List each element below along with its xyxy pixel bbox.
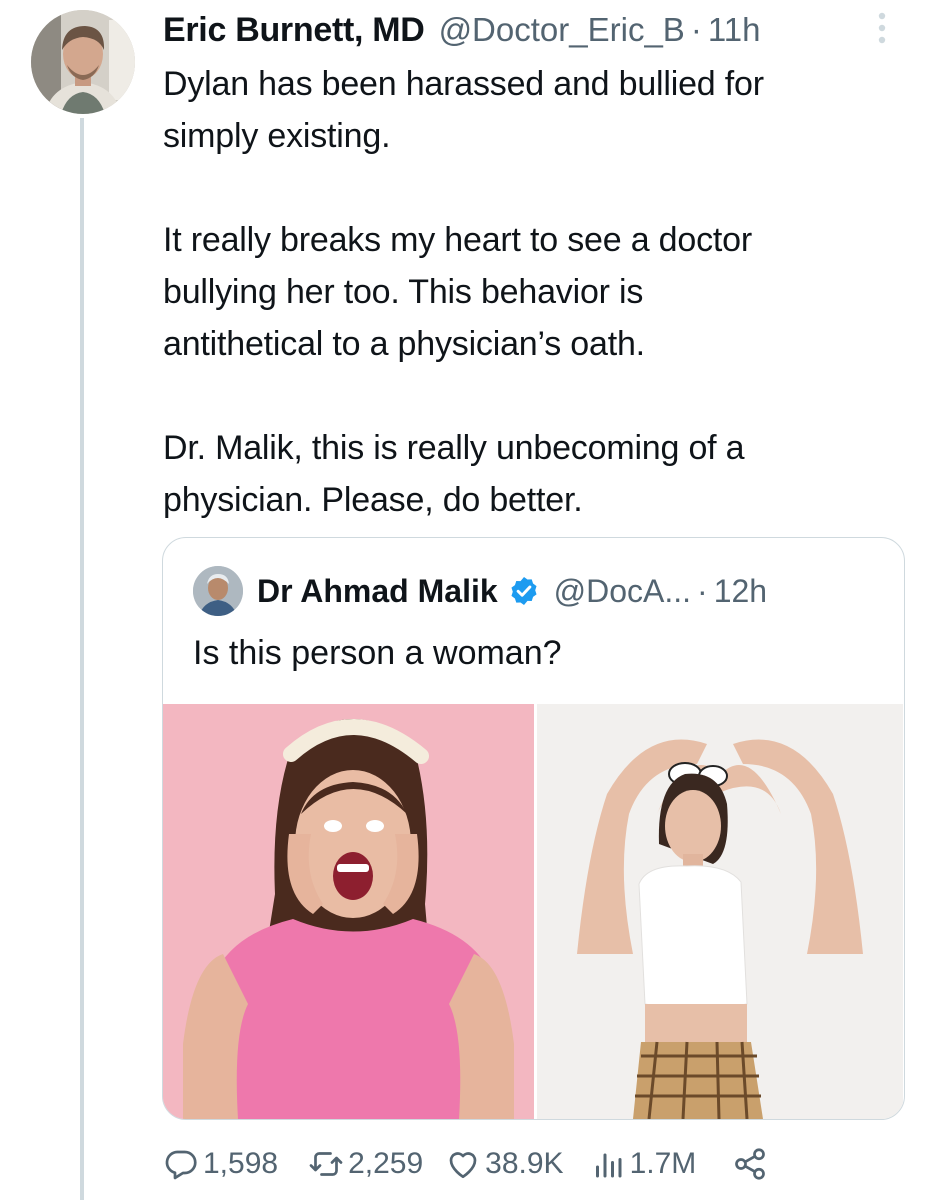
tweet-text: Dylan has been harassed and bullied for … [163,65,764,519]
views-button[interactable]: 1.7M [590,1146,697,1182]
author-handle[interactable]: @Doctor_Eric_B [439,11,685,49]
quoted-tweet-text: Is this person a woman? [193,634,562,672]
verified-badge-icon [508,575,540,607]
like-button[interactable]: 38.9K [445,1146,564,1182]
tweet-header: Eric Burnett, MD @Doctor_Eric_B · 11h [163,8,760,52]
views-count: 1.7M [629,1147,697,1180]
quoted-tweet-header: Dr Ahmad Malik @DocA... · 12h [193,566,767,616]
quoted-author-name[interactable]: Dr Ahmad Malik [257,573,498,610]
share-button[interactable] [732,1146,772,1182]
reply-button[interactable]: 1,598 [163,1146,278,1182]
quoted-author-handle[interactable]: @DocA... [554,573,691,610]
like-count: 38.9K [485,1147,564,1180]
thread-line [80,118,84,1200]
share-icon [735,1148,766,1180]
repost-count: 2,259 [348,1147,424,1180]
media-photo-right[interactable] [537,704,903,1119]
views-icon [595,1153,622,1178]
media-photo-left[interactable] [163,704,534,1119]
repost-button[interactable]: 2,259 [308,1146,423,1182]
author-avatar[interactable] [31,10,135,114]
tweet-actions: 1,598 2,259 38.9K 1.7M [163,1140,772,1188]
tweet-time[interactable]: 11h [708,11,761,49]
quoted-tweet[interactable]: Dr Ahmad Malik @DocA... · 12h Is this pe… [162,537,905,1120]
reply-count: 1,598 [203,1147,279,1180]
separator-dot: · [690,11,702,48]
reply-icon [165,1150,197,1180]
repost-icon [309,1152,343,1176]
quoted-author-avatar [193,566,243,616]
more-vertical-icon[interactable] [868,10,896,46]
author-name[interactable]: Eric Burnett, MD [163,11,425,50]
separator-dot: · [697,572,708,609]
quoted-media[interactable] [163,704,903,1119]
quoted-tweet-time[interactable]: 12h [714,573,767,610]
heart-icon [449,1152,477,1179]
